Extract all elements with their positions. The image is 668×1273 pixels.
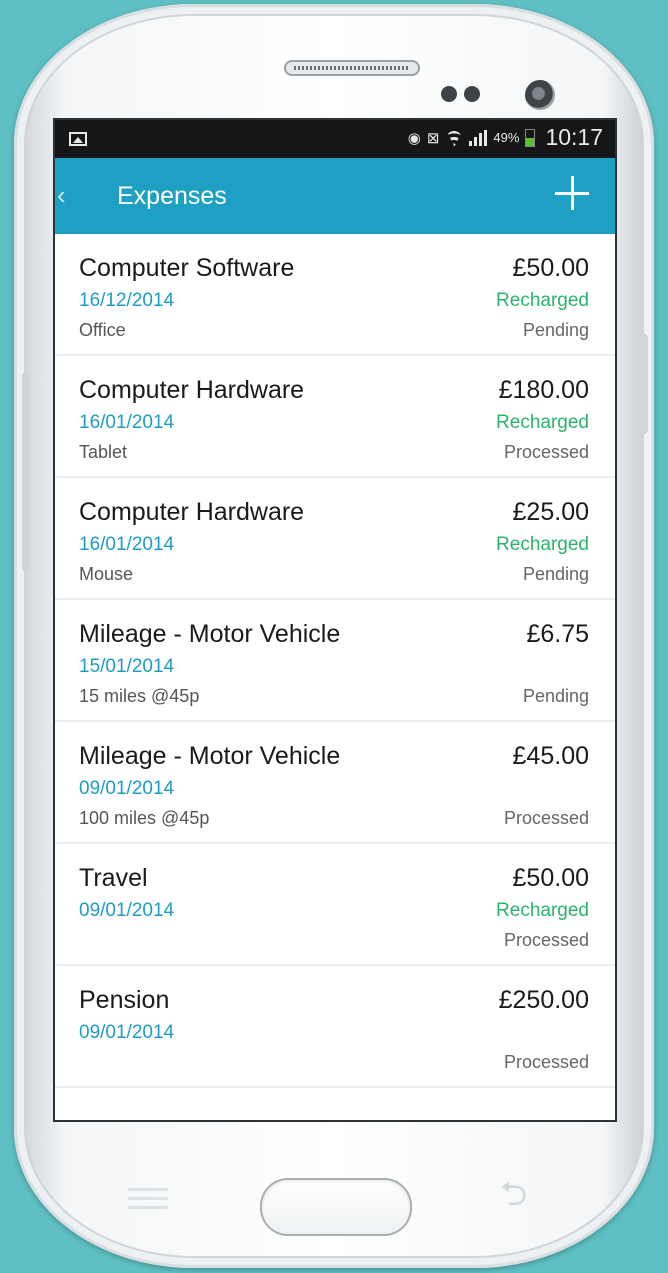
expense-description: Tablet	[79, 442, 128, 462]
back-chevron-icon[interactable]: ‹	[57, 180, 66, 211]
expense-row[interactable]: Pension 09/01/2014 £250.00 Processed	[55, 966, 615, 1088]
expense-list: Computer Software 16/12/2014 Office £50.00 R…	[55, 234, 615, 1088]
expense-title: Computer Hardware	[79, 498, 305, 526]
expense-date: 09/01/2014	[79, 1022, 175, 1043]
clock: 10:17	[545, 124, 603, 150]
processing-status: Pending	[522, 686, 589, 706]
back-key-icon[interactable]: ⮌	[500, 1177, 540, 1211]
expense-row[interactable]: Computer Software 16/12/2014 Office £50.00 R…	[55, 234, 615, 356]
expense-date: 09/01/2014	[79, 900, 175, 921]
expense-amount: £250.00	[498, 986, 589, 1014]
app-bar: ‹ Expenses	[55, 158, 615, 234]
expense-row[interactable]: Mileage - Motor Vehicle 09/01/2014 100 mil…	[55, 722, 615, 844]
expense-date: 16/12/2014	[79, 290, 175, 311]
expense-amount: £6.75	[526, 620, 589, 648]
signal-bars-icon	[469, 129, 488, 146]
image-icon	[69, 132, 87, 146]
no-signal-icon: ⊠	[426, 129, 440, 147]
expense-description: 100 miles @45p	[79, 808, 210, 828]
front-camera	[525, 80, 555, 110]
expense-title: Pension	[79, 986, 170, 1014]
expense-row[interactable]: Computer Hardware 16/01/2014 Tablet £180.00…	[55, 356, 615, 478]
power-button	[640, 334, 648, 434]
expense-row[interactable]: Computer Hardware 16/01/2014 Mouse £25.00 Re…	[55, 478, 615, 600]
expense-description: Mouse	[79, 564, 134, 584]
status-bar: ◉ ⊠ 49% 10:17	[55, 120, 615, 158]
page-title: Expenses	[117, 182, 227, 210]
light-sensor	[464, 86, 480, 102]
recharge-status: Recharged	[496, 412, 589, 433]
recharge-status: Recharged	[496, 290, 589, 311]
expense-title: Mileage - Motor Vehicle	[79, 620, 341, 648]
volume-button	[22, 372, 30, 572]
expense-date: 09/01/2014	[79, 778, 175, 799]
processing-status: Processed	[503, 808, 589, 828]
recharge-status: Recharged	[496, 534, 589, 555]
menu-key[interactable]	[128, 1186, 168, 1212]
phone-screen: ◉ ⊠ 49% 10:17 ‹ Expenses Computer Softwa…	[55, 120, 615, 1120]
processing-status: Processed	[503, 930, 589, 950]
expense-date: 16/01/2014	[79, 412, 175, 433]
expense-date: 15/01/2014	[79, 656, 175, 677]
expense-amount: £180.00	[498, 376, 589, 404]
battery-percent: 49%	[493, 130, 520, 145]
processing-status: Processed	[503, 1052, 589, 1072]
expense-description: 15 miles @45p	[79, 686, 200, 706]
expense-title: Computer Hardware	[79, 376, 305, 404]
expense-title: Travel	[79, 864, 148, 892]
expense-description: Office	[79, 320, 126, 340]
proximity-sensor	[441, 86, 457, 102]
expense-row[interactable]: Mileage - Motor Vehicle 15/01/2014 15 mile…	[55, 600, 615, 722]
eye-icon: ◉	[407, 129, 421, 147]
expense-title: Computer Software	[79, 254, 295, 282]
processing-status: Pending	[522, 320, 589, 340]
expense-amount: £25.00	[512, 498, 589, 526]
battery-icon	[525, 128, 536, 147]
expense-date: 16/01/2014	[79, 534, 175, 555]
expense-row[interactable]: Travel 09/01/2014 £50.00 Recharged Processed	[55, 844, 615, 966]
expense-amount: £45.00	[512, 742, 589, 770]
processing-status: Processed	[503, 442, 589, 462]
recharge-status: Recharged	[496, 900, 589, 921]
plus-icon[interactable]	[555, 176, 589, 210]
expense-amount: £50.00	[512, 254, 589, 282]
processing-status: Pending	[522, 564, 589, 584]
home-button[interactable]	[262, 1180, 410, 1234]
wifi-icon	[445, 129, 463, 147]
earpiece-speaker	[284, 60, 420, 76]
expense-amount: £50.00	[512, 864, 589, 892]
expense-title: Mileage - Motor Vehicle	[79, 742, 341, 770]
